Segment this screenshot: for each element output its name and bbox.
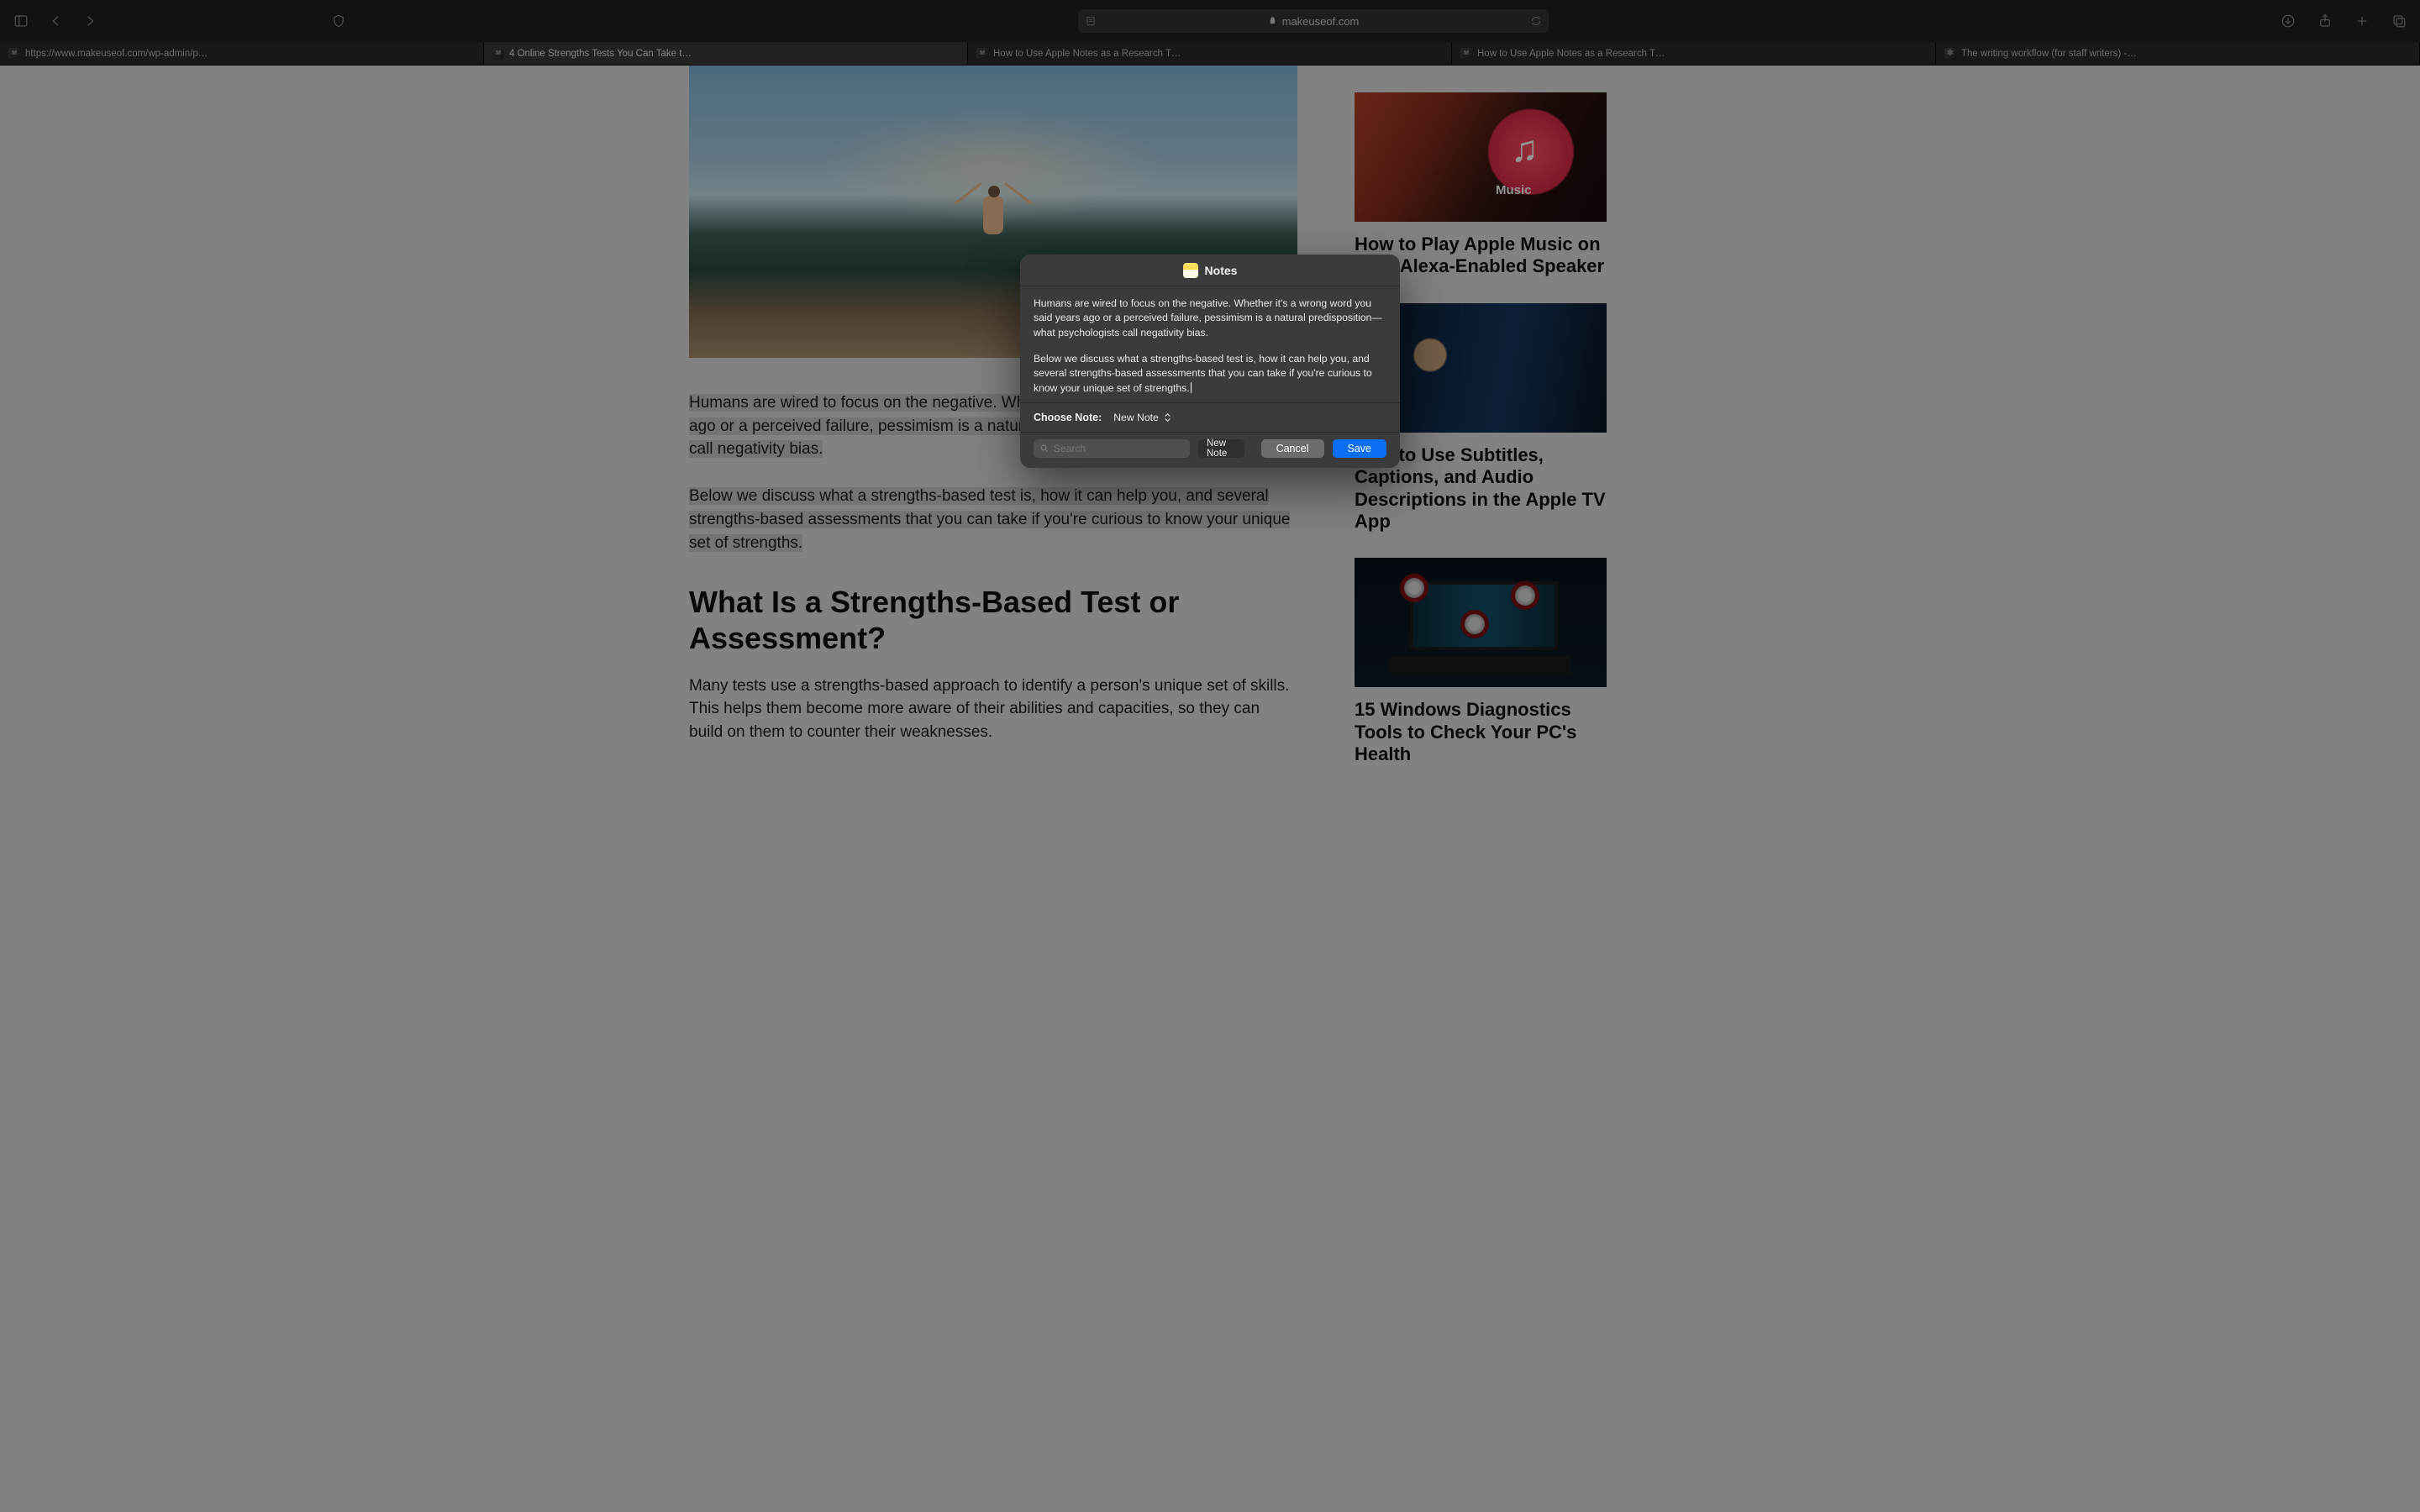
notes-share-popup: Notes Humans are wired to focus on the n… — [1020, 255, 1400, 468]
search-icon — [1039, 444, 1050, 454]
choose-note-select[interactable]: New Note — [1113, 412, 1171, 423]
tab-3[interactable]: M How to Use Apple Notes as a Research T… — [1452, 42, 1936, 65]
notes-content-area[interactable]: Humans are wired to focus on the negativ… — [1020, 286, 1400, 402]
downloads-icon[interactable] — [2279, 12, 2297, 30]
reader-mode-icon[interactable] — [1085, 15, 1097, 27]
new-note-badge[interactable]: New Note — [1198, 439, 1244, 458]
sidebar-story-title: 15 Windows Diagnostics Tools to Check Yo… — [1355, 699, 1607, 765]
tab-overview-icon[interactable] — [2390, 12, 2408, 30]
forward-icon[interactable] — [81, 12, 99, 30]
choose-note-label: Choose Note: — [1034, 412, 1102, 423]
tab-label: How to Use Apple Notes as a Research T… — [993, 49, 1181, 59]
article-paragraph: Below we discuss what a strengths-based … — [689, 485, 1297, 554]
notes-app-icon — [1183, 263, 1198, 278]
favicon-icon: M — [492, 48, 504, 60]
notes-popup-header: Notes — [1020, 255, 1400, 286]
sidebar-story[interactable]: Music How to Play Apple Music on Your Al… — [1355, 92, 1607, 278]
cancel-button[interactable]: Cancel — [1261, 439, 1324, 458]
tab-label: 4 Online Strengths Tests You Can Take t… — [509, 49, 692, 59]
choose-note-row: Choose Note: New Note — [1020, 402, 1400, 432]
sidebar-toggle-icon[interactable] — [12, 12, 30, 30]
favicon-icon — [1944, 48, 1956, 60]
sidebar-thumb: Music — [1355, 92, 1607, 222]
tab-4[interactable]: The writing workflow (for staff writers)… — [1936, 42, 2420, 65]
lock-icon — [1268, 15, 1277, 28]
tab-2[interactable]: M How to Use Apple Notes as a Research T… — [968, 42, 1452, 65]
tab-label: How to Use Apple Notes as a Research T… — [1477, 49, 1665, 59]
tab-label: The writing workflow (for staff writers)… — [1961, 49, 2137, 59]
article-paragraph: Many tests use a strengths-based approac… — [689, 675, 1297, 744]
notes-search-input[interactable] — [1054, 443, 1184, 454]
back-icon[interactable] — [47, 12, 66, 30]
text-cursor — [1191, 382, 1192, 393]
tab-label: https://www.makeuseof.com/wp-admin/p… — [25, 49, 208, 59]
notes-content-paragraph: Humans are wired to focus on the negativ… — [1034, 297, 1386, 340]
favicon-icon: M — [8, 48, 20, 60]
tab-0[interactable]: M https://www.makeuseof.com/wp-admin/p… — [0, 42, 484, 65]
notes-popup-title: Notes — [1205, 264, 1238, 277]
address-bar[interactable]: makeuseof.com — [1078, 9, 1549, 33]
tab-1[interactable]: M 4 Online Strengths Tests You Can Take … — [484, 42, 968, 65]
save-button[interactable]: Save — [1333, 439, 1387, 458]
notes-popup-footer: New Note Cancel Save — [1020, 432, 1400, 468]
favicon-icon: M — [976, 48, 988, 60]
article-heading: What Is a Strengths-Based Test or Assess… — [689, 585, 1297, 655]
notes-content-paragraph: Below we discuss what a strengths-based … — [1034, 352, 1386, 396]
chevron-updown-icon — [1164, 412, 1171, 423]
thumb-label: Music — [1496, 183, 1532, 197]
sidebar-thumb — [1355, 558, 1607, 687]
privacy-shield-icon[interactable] — [329, 12, 348, 30]
share-icon[interactable] — [2316, 12, 2334, 30]
new-tab-icon[interactable] — [2353, 12, 2371, 30]
favicon-icon: M — [1460, 48, 1472, 60]
sidebar-story[interactable]: 15 Windows Diagnostics Tools to Check Yo… — [1355, 558, 1607, 765]
tab-strip: M https://www.makeuseof.com/wp-admin/p… … — [0, 42, 2420, 66]
url-text: makeuseof.com — [1282, 15, 1360, 28]
refresh-icon[interactable] — [1530, 15, 1542, 27]
notes-search-field[interactable] — [1034, 439, 1190, 458]
browser-toolbar: makeuseof.com — [0, 0, 2420, 42]
choose-note-value: New Note — [1113, 412, 1159, 423]
